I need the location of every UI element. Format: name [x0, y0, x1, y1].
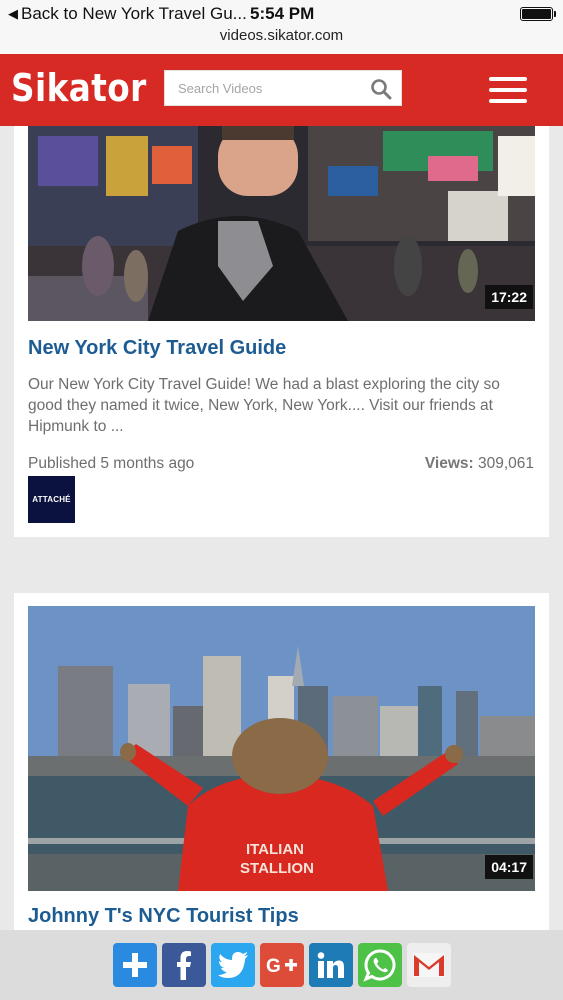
channel-logo[interactable]: ATTACHÉ	[28, 476, 75, 523]
published-date: Published 5 months ago	[28, 455, 195, 472]
search-icon[interactable]	[370, 78, 392, 100]
gmail-icon[interactable]	[407, 943, 451, 987]
whatsapp-icon[interactable]	[358, 943, 402, 987]
battery-icon	[520, 7, 556, 21]
google-plus-icon[interactable]: G	[260, 943, 304, 987]
status-bar: ◀ Back to New York Travel Gu... 5:54 PM …	[0, 0, 563, 54]
video-thumbnail[interactable]: ITALIAN STALLION 04:17	[28, 606, 535, 891]
video-card: 17:22 New York City Travel Guide Our New…	[14, 126, 549, 537]
video-title-link[interactable]: Johnny T's NYC Tourist Tips	[28, 905, 299, 928]
address-bar[interactable]: videos.sikator.com	[0, 27, 563, 44]
back-to-app-button[interactable]: ◀ Back to New York Travel Gu...	[8, 4, 247, 24]
jacket-text-line1: ITALIAN	[246, 841, 304, 858]
manhattan-skyline-image: ITALIAN STALLION	[28, 606, 535, 891]
views-label: Views:	[424, 455, 474, 472]
facebook-icon[interactable]	[162, 943, 206, 987]
clock: 5:54 PM	[250, 4, 315, 23]
video-duration-badge: 17:22	[485, 285, 533, 309]
hamburger-menu-icon[interactable]	[489, 77, 527, 103]
site-logo[interactable]: Sikator	[11, 66, 147, 110]
video-duration-badge: 04:17	[485, 855, 533, 879]
view-count: Views: 309,061	[425, 455, 534, 473]
search-input[interactable]	[165, 71, 365, 105]
views-value: 309,061	[477, 455, 534, 472]
video-thumbnail[interactable]: 17:22	[28, 126, 535, 321]
site-header: Sikator	[0, 54, 563, 126]
jacket-text-line2: STALLION	[240, 860, 314, 877]
plus-icon[interactable]	[113, 943, 157, 987]
times-square-image	[28, 126, 535, 321]
search-box	[164, 70, 402, 106]
twitter-icon[interactable]	[211, 943, 255, 987]
back-label: Back to New York Travel Gu...	[21, 4, 247, 23]
video-title-link[interactable]: New York City Travel Guide	[28, 337, 286, 360]
svg-text:G: G	[266, 956, 281, 977]
back-arrow-icon: ◀	[8, 6, 18, 21]
video-description: Our New York City Travel Guide! We had a…	[28, 376, 500, 435]
share-bar: G	[0, 930, 563, 1000]
linkedin-icon[interactable]	[309, 943, 353, 987]
video-card: ITALIAN STALLION 04:17 Johnny T's NYC To…	[14, 593, 549, 933]
